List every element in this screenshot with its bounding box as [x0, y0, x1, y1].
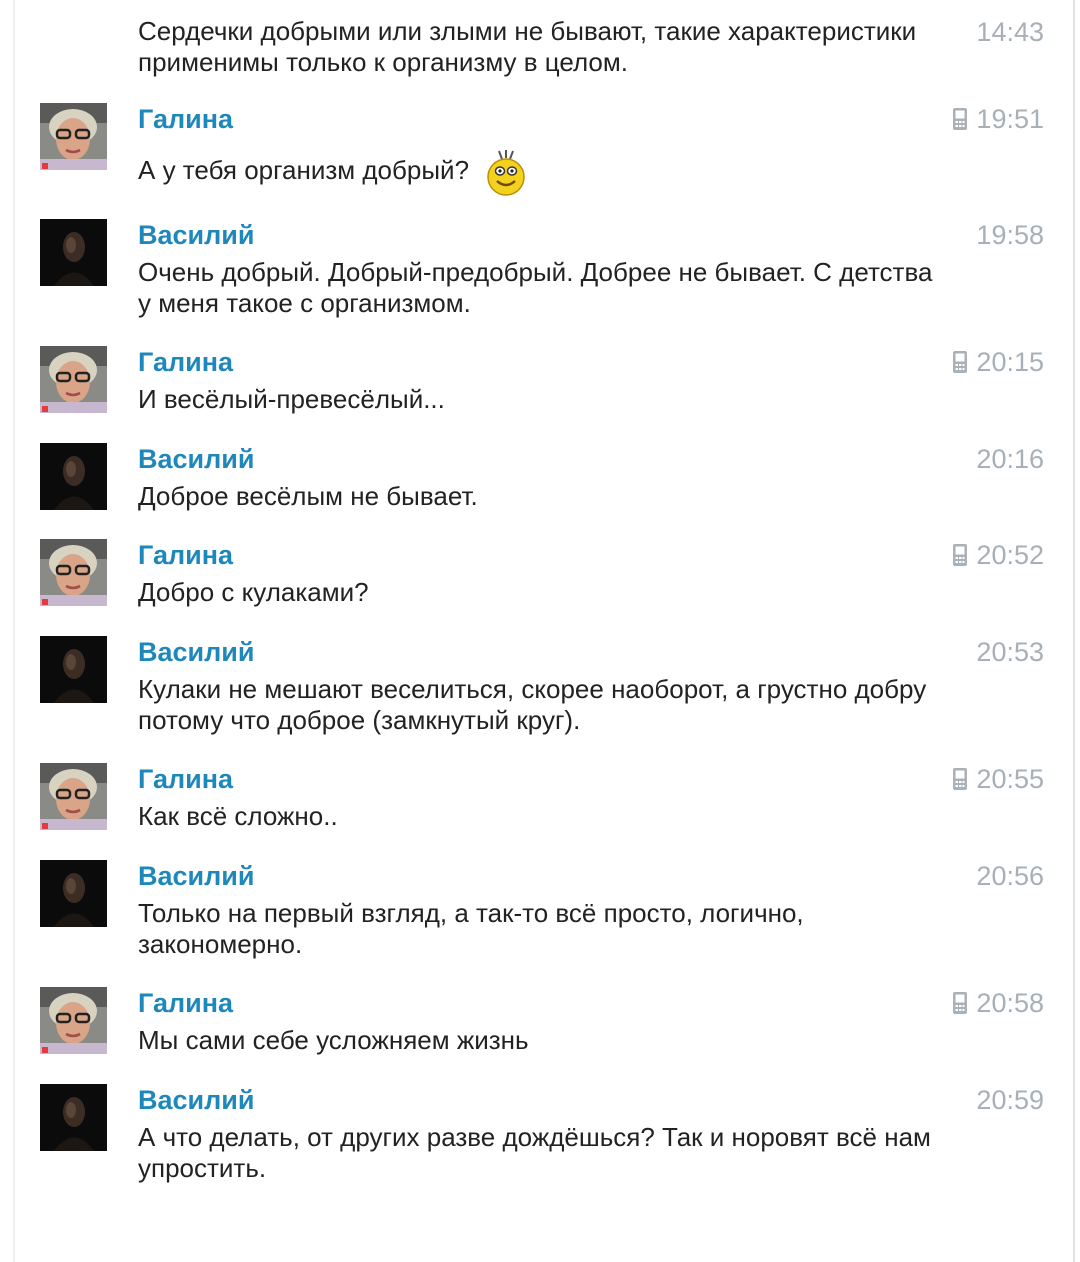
- message-time: 20:56: [976, 860, 1044, 892]
- message-time: 19:51: [952, 103, 1044, 135]
- time-label: 20:15: [976, 347, 1044, 377]
- avatar-vasiliy[interactable]: [40, 860, 107, 927]
- message-text: Кулаки не мешают веселиться, скорее наоб…: [138, 674, 927, 735]
- author-name[interactable]: Василий: [138, 636, 254, 668]
- time-label: 14:43: [976, 17, 1044, 47]
- message-text: А что делать, от других разве дождёшься?…: [138, 1122, 931, 1183]
- author-name[interactable]: Василий: [138, 860, 254, 892]
- author-name[interactable]: Василий: [138, 219, 254, 251]
- mobile-phone-icon: [952, 543, 968, 567]
- message-time: 20:58: [952, 987, 1044, 1019]
- time-label: 20:16: [976, 444, 1044, 474]
- message-text: А у тебя организм добрый?: [138, 148, 938, 196]
- author-name[interactable]: Галина: [138, 539, 233, 571]
- mobile-phone-icon: [952, 767, 968, 791]
- avatar-galina[interactable]: [40, 539, 107, 606]
- message-time: 20:15: [952, 346, 1044, 378]
- time-label: 20:53: [976, 637, 1044, 667]
- time-label: 19:51: [976, 104, 1044, 134]
- avatar-vasiliy[interactable]: [40, 1084, 107, 1151]
- avatar-galina[interactable]: [40, 987, 107, 1054]
- author-name[interactable]: Василий: [138, 443, 254, 475]
- left-divider: [13, 0, 15, 1262]
- author-name[interactable]: Галина: [138, 103, 233, 135]
- author-name[interactable]: Галина: [138, 763, 233, 795]
- mobile-phone-icon: [952, 991, 968, 1015]
- avatar-vasiliy[interactable]: [40, 219, 107, 286]
- message-text: Сердечки добрыми или злыми не бывают, та…: [138, 16, 917, 77]
- message-time: 14:43: [976, 16, 1044, 48]
- avatar-galina[interactable]: [40, 346, 107, 413]
- time-label: 20:56: [976, 861, 1044, 891]
- message-time: 20:55: [952, 763, 1044, 795]
- message-text: Добро с кулаками?: [138, 577, 369, 607]
- message-time: 20:59: [976, 1084, 1044, 1116]
- message-text: Как всё сложно..: [138, 801, 338, 831]
- author-name[interactable]: Галина: [138, 346, 233, 378]
- time-label: 20:55: [976, 764, 1044, 794]
- scrollbar-track[interactable]: [1073, 0, 1075, 1262]
- message-text: Доброе весёлым не бывает.: [138, 481, 478, 511]
- message-time: 20:16: [976, 443, 1044, 475]
- author-name[interactable]: Галина: [138, 987, 233, 1019]
- message-text: Очень добрый. Добрый-предобрый. Добрее н…: [138, 257, 933, 318]
- avatar-vasiliy[interactable]: [40, 443, 107, 510]
- message-text-content: А у тебя организм добрый?: [138, 154, 470, 185]
- time-label: 20:59: [976, 1085, 1044, 1115]
- message-time: 20:53: [976, 636, 1044, 668]
- message-text: Только на первый взгляд, а так-то всё пр…: [138, 898, 804, 959]
- mobile-phone-icon: [952, 350, 968, 374]
- message-text: И весёлый-превесёлый...: [138, 384, 445, 414]
- message-time: 19:58: [976, 219, 1044, 251]
- author-name[interactable]: Василий: [138, 1084, 254, 1116]
- time-label: 19:58: [976, 220, 1044, 250]
- time-label: 20:52: [976, 540, 1044, 570]
- time-label: 20:58: [976, 988, 1044, 1018]
- message-text: Мы сами себе усложняем жизнь: [138, 1025, 529, 1055]
- message-time: 20:52: [952, 539, 1044, 571]
- mobile-phone-icon: [952, 107, 968, 131]
- smiley-emoji: [485, 148, 527, 196]
- avatar-galina[interactable]: [40, 103, 107, 170]
- avatar-galina[interactable]: [40, 763, 107, 830]
- avatar-vasiliy[interactable]: [40, 636, 107, 703]
